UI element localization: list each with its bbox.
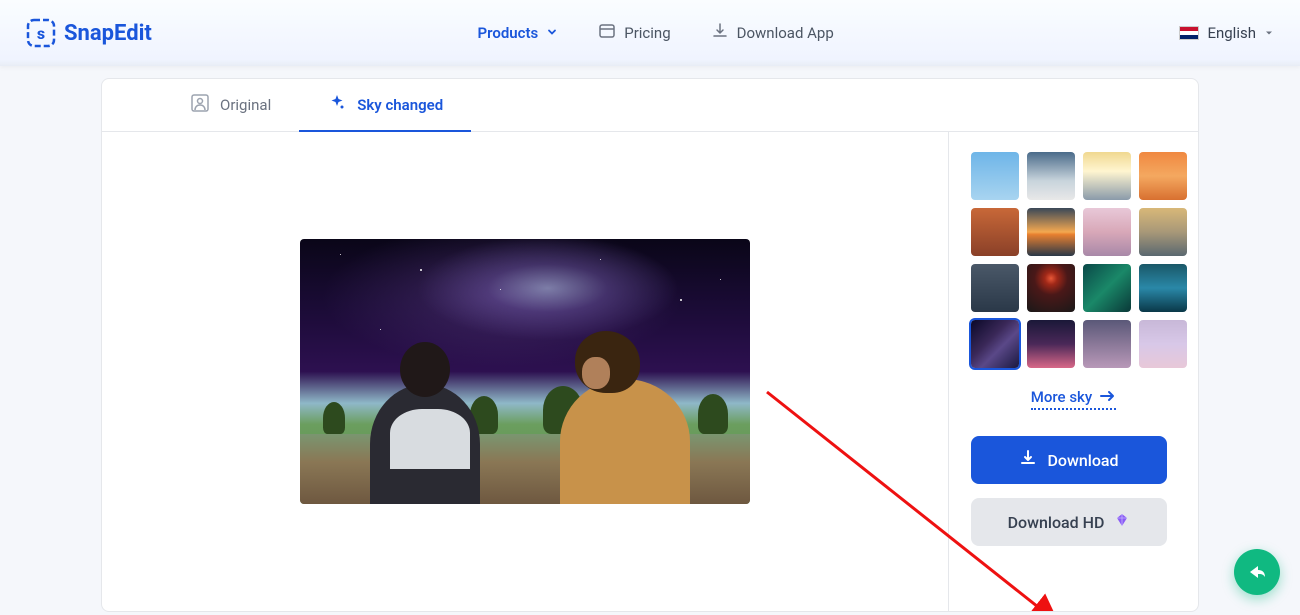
logo[interactable]: s SnapEdit [26, 18, 152, 48]
svg-text:s: s [37, 24, 45, 43]
sky-thumb-sunset-horizon[interactable] [1027, 208, 1075, 256]
preview-area [102, 132, 948, 611]
chevron-down-icon [1264, 24, 1274, 42]
editor-panel: Original Sky changed [101, 78, 1199, 612]
download-icon [711, 22, 729, 44]
logo-icon: s [26, 18, 56, 48]
sky-thumb-orange-sunset[interactable] [1139, 152, 1187, 200]
chevron-down-icon [546, 24, 558, 42]
sky-thumb-sunrise-above[interactable] [1083, 152, 1131, 200]
content: More sky Download Download HD [102, 132, 1198, 611]
sparkle-icon [327, 93, 347, 117]
sky-thumb-red-moon[interactable] [1027, 264, 1075, 312]
share-icon [1246, 561, 1268, 583]
tab-original-label: Original [220, 96, 271, 114]
nav-download-app[interactable]: Download App [711, 22, 834, 44]
header: s SnapEdit Products Pricing Download App… [0, 0, 1300, 66]
sky-overlay [300, 239, 750, 403]
person-left [370, 384, 480, 504]
download-hd-button[interactable]: Download HD [971, 498, 1167, 546]
sky-thumb-milky-way[interactable] [971, 320, 1019, 368]
arrow-right-icon [1100, 388, 1116, 406]
pricing-icon [598, 22, 616, 44]
logo-text: SnapEdit [64, 21, 152, 46]
nav: Products Pricing Download App [478, 22, 834, 44]
sky-thumb-galaxy-pink[interactable] [1027, 320, 1075, 368]
download-label: Download [1047, 451, 1118, 470]
share-fab[interactable] [1234, 549, 1280, 595]
download-button[interactable]: Download [971, 436, 1167, 484]
sky-thumb-purple-dusk[interactable] [1083, 320, 1131, 368]
sky-thumb-aurora[interactable] [1083, 264, 1131, 312]
sky-thumb-golden-blur[interactable] [1139, 208, 1187, 256]
sky-thumb-moon-night[interactable] [971, 264, 1019, 312]
flag-icon [1179, 26, 1199, 40]
language-selector[interactable]: English [1179, 24, 1274, 42]
gem-icon [1114, 512, 1130, 532]
preview-image[interactable] [300, 239, 750, 504]
sky-thumb-blue-sky[interactable] [971, 152, 1019, 200]
sky-thumb-clouds[interactable] [1027, 152, 1075, 200]
nav-products-label: Products [478, 24, 539, 42]
tab-sky-changed[interactable]: Sky changed [299, 79, 471, 131]
sky-thumb-dark-orange[interactable] [971, 208, 1019, 256]
download-icon [1019, 449, 1037, 471]
download-hd-label: Download HD [1008, 513, 1105, 532]
nav-products[interactable]: Products [478, 22, 559, 44]
sidebar: More sky Download Download HD [948, 132, 1198, 611]
language-label: English [1207, 24, 1256, 42]
more-sky-link[interactable]: More sky [1031, 388, 1116, 410]
nav-download-app-label: Download App [737, 24, 834, 42]
sky-thumb-pink-clouds[interactable] [1083, 208, 1131, 256]
sky-thumbnails [971, 152, 1176, 368]
person-right [560, 379, 690, 504]
tab-sky-changed-label: Sky changed [357, 96, 443, 114]
nav-pricing-label: Pricing [624, 24, 670, 42]
sky-thumb-teal-wave[interactable] [1139, 264, 1187, 312]
tabs: Original Sky changed [102, 79, 1198, 132]
person-icon [190, 93, 210, 117]
nav-pricing[interactable]: Pricing [598, 22, 670, 44]
sky-thumb-rainbow[interactable] [1139, 320, 1187, 368]
tab-original[interactable]: Original [162, 79, 299, 131]
more-sky-label: More sky [1031, 388, 1092, 406]
